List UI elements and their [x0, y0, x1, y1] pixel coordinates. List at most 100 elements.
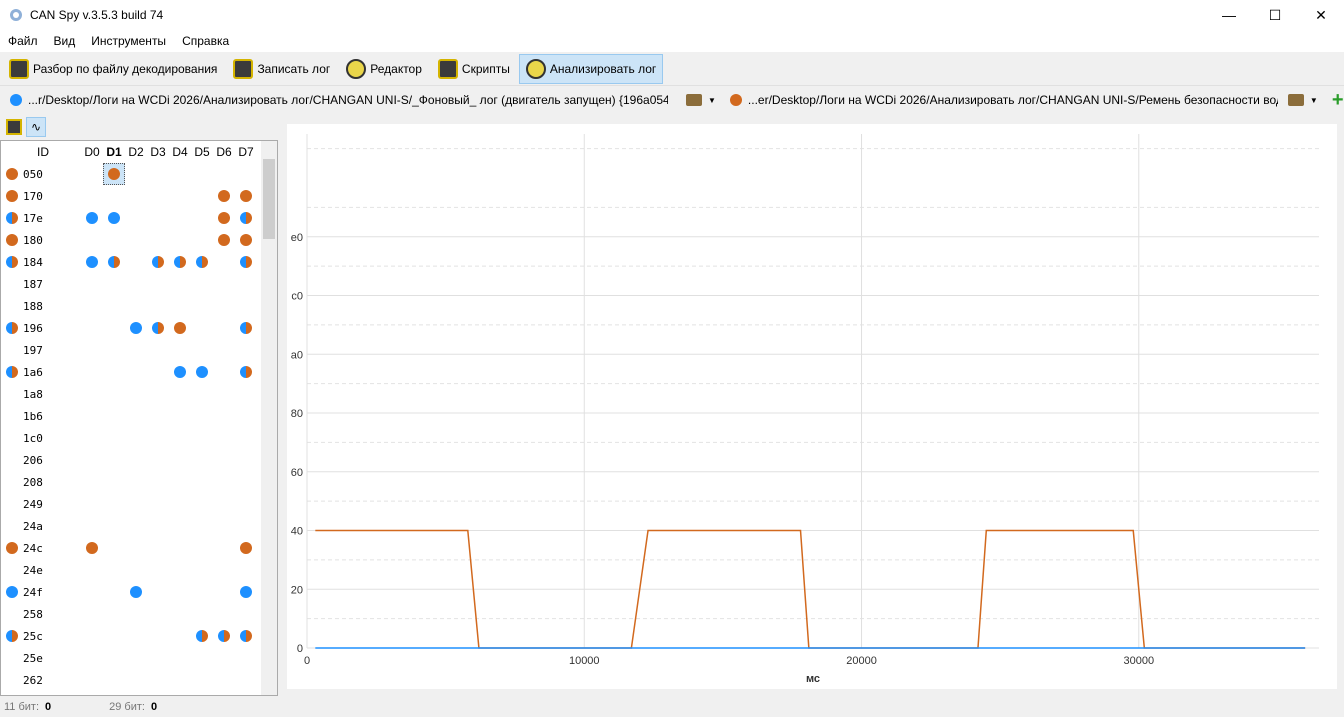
- byte-cell-d6[interactable]: [213, 537, 235, 559]
- byte-cell-d2[interactable]: [125, 471, 147, 493]
- byte-cell-d2[interactable]: [125, 273, 147, 295]
- file2-dropdown-icon[interactable]: ▼: [1310, 96, 1318, 105]
- table-row[interactable]: 180: [1, 229, 277, 251]
- byte-cell-d0[interactable]: [81, 647, 103, 669]
- byte-cell-d6[interactable]: [213, 603, 235, 625]
- table-row[interactable]: 249: [1, 493, 277, 515]
- byte-cell-d7[interactable]: [235, 405, 257, 427]
- byte-cell-d3[interactable]: [147, 427, 169, 449]
- byte-cell-d4[interactable]: [169, 185, 191, 207]
- byte-cell-d4[interactable]: [169, 559, 191, 581]
- byte-cell-d1[interactable]: [103, 207, 125, 229]
- byte-cell-d0[interactable]: [81, 449, 103, 471]
- byte-cell-d4[interactable]: [169, 405, 191, 427]
- byte-cell-d4[interactable]: [169, 251, 191, 273]
- column-header-d5[interactable]: D5: [191, 141, 213, 163]
- minimize-button[interactable]: —: [1206, 0, 1252, 30]
- column-header-d0[interactable]: D0: [81, 141, 103, 163]
- table-row[interactable]: 25e: [1, 647, 277, 669]
- byte-cell-d4[interactable]: [169, 493, 191, 515]
- byte-cell-d0[interactable]: [81, 361, 103, 383]
- table-row[interactable]: 17e: [1, 207, 277, 229]
- byte-cell-d5[interactable]: [191, 669, 213, 691]
- table-row[interactable]: 1b6: [1, 405, 277, 427]
- byte-cell-d2[interactable]: [125, 251, 147, 273]
- byte-cell-d4[interactable]: [169, 383, 191, 405]
- byte-cell-d4[interactable]: [169, 273, 191, 295]
- byte-cell-d6[interactable]: [213, 163, 235, 185]
- byte-cell-d5[interactable]: [191, 559, 213, 581]
- menu-file[interactable]: Файл: [0, 34, 46, 48]
- byte-cell-d0[interactable]: [81, 317, 103, 339]
- column-header-d6[interactable]: D6: [213, 141, 235, 163]
- byte-cell-d2[interactable]: [125, 295, 147, 317]
- byte-cell-d2[interactable]: [125, 427, 147, 449]
- table-row[interactable]: 208: [1, 471, 277, 493]
- byte-cell-d3[interactable]: [147, 229, 169, 251]
- byte-cell-d7[interactable]: [235, 669, 257, 691]
- byte-cell-d4[interactable]: [169, 625, 191, 647]
- table-row[interactable]: 24f: [1, 581, 277, 603]
- byte-cell-d3[interactable]: [147, 273, 169, 295]
- table-row[interactable]: 184: [1, 251, 277, 273]
- byte-cell-d1[interactable]: [103, 625, 125, 647]
- byte-cell-d0[interactable]: [81, 515, 103, 537]
- column-header-d3[interactable]: D3: [147, 141, 169, 163]
- byte-cell-d2[interactable]: [125, 207, 147, 229]
- byte-cell-d5[interactable]: [191, 273, 213, 295]
- byte-cell-d3[interactable]: [147, 361, 169, 383]
- byte-cell-d0[interactable]: [81, 229, 103, 251]
- byte-cell-d6[interactable]: [213, 251, 235, 273]
- byte-cell-d4[interactable]: [169, 669, 191, 691]
- byte-cell-d1[interactable]: [103, 471, 125, 493]
- scripts-button[interactable]: Скрипты: [431, 54, 517, 84]
- byte-cell-d0[interactable]: [81, 581, 103, 603]
- byte-cell-d5[interactable]: [191, 515, 213, 537]
- byte-cell-d4[interactable]: [169, 339, 191, 361]
- byte-cell-d3[interactable]: [147, 537, 169, 559]
- byte-cell-d0[interactable]: [81, 295, 103, 317]
- table-row[interactable]: 1a8: [1, 383, 277, 405]
- byte-cell-d7[interactable]: [235, 427, 257, 449]
- byte-cell-d5[interactable]: [191, 383, 213, 405]
- byte-cell-d1[interactable]: [103, 295, 125, 317]
- byte-cell-d2[interactable]: [125, 163, 147, 185]
- byte-cell-d0[interactable]: [81, 163, 103, 185]
- table-row[interactable]: 050: [1, 163, 277, 185]
- byte-cell-d4[interactable]: [169, 471, 191, 493]
- byte-cell-d3[interactable]: [147, 625, 169, 647]
- byte-cell-d1[interactable]: [103, 251, 125, 273]
- byte-cell-d5[interactable]: [191, 493, 213, 515]
- byte-cell-d4[interactable]: [169, 207, 191, 229]
- byte-cell-d6[interactable]: [213, 581, 235, 603]
- file1-path[interactable]: ...r/Desktop/Логи на WCDi 2026/Анализиро…: [28, 93, 668, 107]
- byte-cell-d7[interactable]: [235, 559, 257, 581]
- table-row[interactable]: 262: [1, 669, 277, 691]
- byte-cell-d0[interactable]: [81, 383, 103, 405]
- byte-cell-d0[interactable]: [81, 559, 103, 581]
- record-log-button[interactable]: Записать лог: [226, 54, 337, 84]
- chart-area[interactable]: 0 20 40 60 80 a0 c0 e0 0 10000 20000 30000 мс: [287, 124, 1337, 689]
- byte-cell-d2[interactable]: [125, 383, 147, 405]
- table-row[interactable]: 188: [1, 295, 277, 317]
- byte-cell-d4[interactable]: [169, 317, 191, 339]
- byte-cell-d7[interactable]: [235, 251, 257, 273]
- byte-cell-d3[interactable]: [147, 603, 169, 625]
- byte-cell-d2[interactable]: [125, 559, 147, 581]
- byte-cell-d7[interactable]: [235, 273, 257, 295]
- byte-cell-d2[interactable]: [125, 581, 147, 603]
- table-scrollbar[interactable]: [261, 141, 277, 695]
- byte-cell-d3[interactable]: [147, 405, 169, 427]
- byte-cell-d6[interactable]: [213, 647, 235, 669]
- byte-cell-d1[interactable]: [103, 405, 125, 427]
- byte-cell-d5[interactable]: [191, 229, 213, 251]
- graph-view-icon[interactable]: ∿: [26, 117, 46, 137]
- byte-cell-d4[interactable]: [169, 427, 191, 449]
- column-header-d2[interactable]: D2: [125, 141, 147, 163]
- byte-cell-d2[interactable]: [125, 405, 147, 427]
- byte-cell-d2[interactable]: [125, 185, 147, 207]
- byte-cell-d3[interactable]: [147, 449, 169, 471]
- byte-cell-d4[interactable]: [169, 449, 191, 471]
- editor-button[interactable]: Редактор: [339, 54, 429, 84]
- byte-cell-d6[interactable]: [213, 339, 235, 361]
